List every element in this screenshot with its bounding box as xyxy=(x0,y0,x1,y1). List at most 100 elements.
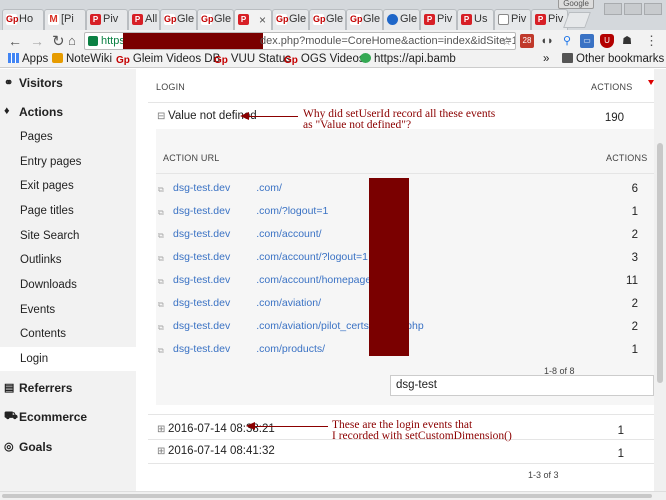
browser-tab[interactable]: Gp Gle xyxy=(272,9,309,30)
browser-tab[interactable]: Gp Gle xyxy=(309,9,346,30)
reload-icon[interactable]: ↻ xyxy=(52,32,65,50)
bookmark-ogs-videos[interactable]: Gp OGS Videos xyxy=(284,53,365,66)
login-row-label[interactable]: 2016-07-14 08:38:21 xyxy=(168,423,275,435)
column-header-actions[interactable]: ACTIONS xyxy=(606,153,647,163)
gmail-icon: M xyxy=(48,14,59,25)
bookmark-notewiki[interactable]: NoteWiki xyxy=(52,53,112,65)
annotation-note: These are the login events that I record… xyxy=(332,419,512,442)
external-link-icon[interactable]: ⧉ xyxy=(158,185,164,195)
bookmark-gleim-videos-db[interactable]: Gp Gleim Videos DB xyxy=(116,53,220,66)
forward-arrow-icon[interactable]: → xyxy=(30,33,44,49)
gp-icon: Gp xyxy=(164,14,177,25)
collapse-icon[interactable]: ⊟ xyxy=(157,111,165,122)
sidebar-item-entry-pages[interactable]: Entry pages xyxy=(0,150,136,174)
sidebar-item-outlinks[interactable]: Outlinks xyxy=(0,248,136,272)
browser-tab[interactable]: P Piv xyxy=(86,9,128,30)
external-link-icon[interactable]: ⧉ xyxy=(158,231,164,241)
back-arrow-icon[interactable]: ← xyxy=(8,33,22,49)
external-link-icon[interactable]: ⧉ xyxy=(158,254,164,264)
action-url-count: 1 xyxy=(631,344,638,356)
globe-icon xyxy=(360,53,371,63)
subtable-search-input[interactable]: dsg-test xyxy=(390,375,654,396)
address-bar[interactable]: https dex.php?module=CoreHome&action=ind… xyxy=(84,32,516,50)
action-url-link[interactable]: dsg-test.dev .com/ xyxy=(173,182,282,194)
piwik-icon: P xyxy=(238,14,249,25)
audio-extension-icon[interactable]: ◖◗ xyxy=(540,34,554,48)
browser-tab[interactable]: Gp Gle xyxy=(346,9,383,30)
gp-icon: Gp xyxy=(6,14,19,25)
browser-tab-active[interactable]: P × xyxy=(234,9,272,31)
piwik-icon: P xyxy=(90,14,101,25)
column-header-action-url[interactable]: ACTION URL xyxy=(163,153,220,163)
action-url-link[interactable]: dsg-test.dev .com/aviation/ xyxy=(173,297,321,309)
page-content: ⚭ Visitors ♦ Actions Pages Entry pages Exi… xyxy=(0,69,666,491)
vertical-scrollbar-thumb[interactable] xyxy=(657,143,663,383)
sidebar-item-pages[interactable]: Pages xyxy=(0,125,136,149)
sidebar-item-exit-pages[interactable]: Exit pages xyxy=(0,174,136,198)
action-url-count: 1 xyxy=(631,206,638,218)
browser-tab[interactable]: P Us xyxy=(457,9,494,30)
action-url-link[interactable]: dsg-test.dev .com/account/ xyxy=(173,228,322,240)
bookmark-apps[interactable]: Apps xyxy=(8,53,48,65)
maximize-button[interactable] xyxy=(624,3,642,15)
sidebar-item-downloads[interactable]: Downloads xyxy=(0,273,136,297)
action-url-link[interactable]: dsg-test.dev .com/account/homepage.php xyxy=(173,274,392,286)
ublock-shield-icon[interactable]: U xyxy=(600,34,614,48)
bookmarks-overflow-chevron[interactable]: » xyxy=(543,53,549,65)
horizontal-scrollbar[interactable] xyxy=(0,491,666,500)
external-link-icon[interactable]: ⧉ xyxy=(158,277,164,287)
external-link-icon[interactable]: ⧉ xyxy=(158,323,164,333)
piwik-icon: P xyxy=(535,14,546,25)
browser-tab[interactable]: Gle xyxy=(383,9,420,30)
cart-icon: ⛟ xyxy=(4,410,18,422)
piwik-icon: P xyxy=(424,14,435,25)
action-url-count: 6 xyxy=(631,183,638,195)
action-url-link[interactable]: dsg-test.dev .com/account/?logout=1 xyxy=(173,251,368,263)
expand-icon[interactable]: ⊞ xyxy=(157,424,165,435)
column-header-login[interactable]: LOGIN xyxy=(156,82,185,92)
external-link-icon[interactable]: ⧉ xyxy=(158,208,164,218)
action-url-count: 11 xyxy=(626,275,638,287)
browser-tab[interactable]: P All xyxy=(128,9,160,30)
sidebar-item-login[interactable]: Login xyxy=(0,347,136,371)
screen-extension-icon[interactable]: ▭ xyxy=(580,34,594,48)
login-row-actions: 1 xyxy=(617,425,624,437)
annotation-arrow xyxy=(248,116,298,117)
action-url-link[interactable]: dsg-test.dev .com/products/ xyxy=(173,343,325,355)
action-url-link[interactable]: dsg-test.dev .com/?logout=1 xyxy=(173,205,328,217)
expand-icon[interactable]: ⊞ xyxy=(157,446,165,457)
translate-extension-icon[interactable]: ⚲ xyxy=(560,34,574,48)
sidebar-item-site-search[interactable]: Site Search xyxy=(0,224,136,248)
sidebar-item-contents[interactable]: Contents xyxy=(0,322,136,346)
extension-badge-icon[interactable]: 28 xyxy=(520,34,534,48)
column-header-actions[interactable]: ACTIONS xyxy=(591,82,632,92)
privacy-extension-icon[interactable]: ☗ xyxy=(620,34,634,48)
browser-tab[interactable]: Piv xyxy=(494,9,531,30)
browser-tab[interactable]: Gp Gle xyxy=(160,9,197,30)
gp-icon: Gp xyxy=(201,14,214,25)
referrers-icon: ▤ xyxy=(4,382,15,394)
bookmark-vuu-status[interactable]: Gp VUU Status xyxy=(214,53,291,66)
close-tab-icon[interactable]: × xyxy=(259,13,266,27)
sidebar-item-events[interactable]: Events xyxy=(0,298,136,322)
external-link-icon[interactable]: ⧉ xyxy=(158,300,164,310)
bookmark-other-bookmarks[interactable]: Other bookmarks xyxy=(562,53,664,65)
menu-kebab-icon[interactable]: ⋮ xyxy=(645,33,658,49)
lock-icon xyxy=(88,36,98,46)
new-tab-button[interactable] xyxy=(563,12,591,28)
browser-tab[interactable]: M [Pi xyxy=(44,9,86,30)
browser-tab[interactable]: Gp Gle xyxy=(197,9,234,30)
bookmark-star-icon[interactable]: ☆ xyxy=(501,34,512,48)
browser-tab[interactable]: P Piv xyxy=(420,9,457,30)
bookmark-api-bamb[interactable]: https://api.bamb xyxy=(360,53,456,65)
visitors-icon: ⚭ xyxy=(4,77,14,89)
folder-icon xyxy=(562,53,573,63)
browser-tab[interactable]: Gp Ho xyxy=(2,9,44,30)
minimize-button[interactable] xyxy=(604,3,622,15)
home-icon[interactable]: ⌂ xyxy=(68,33,76,48)
sidebar-item-page-titles[interactable]: Page titles xyxy=(0,199,136,223)
login-row-label[interactable]: 2016-07-14 08:41:32 xyxy=(168,445,275,457)
external-link-icon[interactable]: ⧉ xyxy=(158,346,164,356)
horizontal-scrollbar-thumb[interactable] xyxy=(2,494,652,498)
close-window-button[interactable] xyxy=(644,3,662,15)
